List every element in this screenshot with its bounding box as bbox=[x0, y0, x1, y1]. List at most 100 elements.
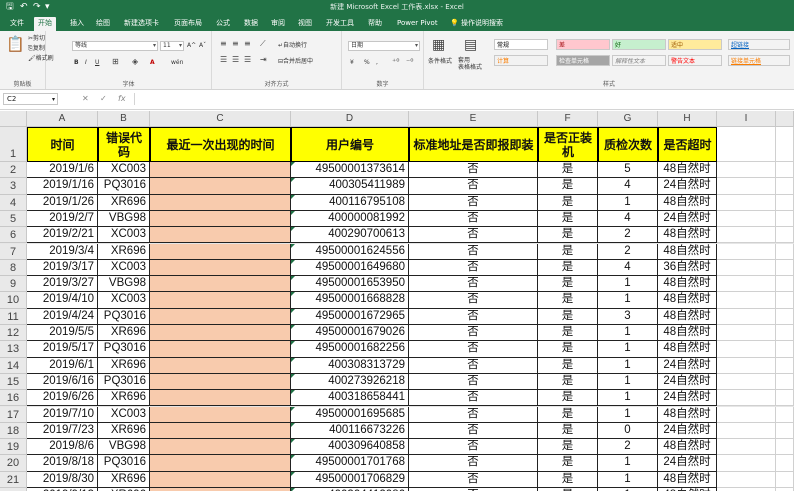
cell-E10[interactable]: 否 bbox=[409, 292, 538, 309]
cell-E15[interactable]: 否 bbox=[409, 373, 538, 391]
cell-C8[interactable] bbox=[150, 259, 291, 277]
cancel-icon[interactable]: ✕ bbox=[82, 94, 89, 103]
font-color-button[interactable]: A bbox=[150, 58, 155, 67]
cell-A7[interactable]: 2019/3/4 bbox=[27, 243, 98, 260]
cell-B11[interactable]: PQ3016 bbox=[98, 308, 150, 325]
row-header-19[interactable]: 19 bbox=[0, 439, 27, 456]
cell-B15[interactable]: PQ3016 bbox=[98, 373, 150, 391]
copy-button[interactable]: ⎘复制 bbox=[28, 44, 45, 53]
cell-C13[interactable] bbox=[150, 341, 291, 358]
row-header-15[interactable]: 15 bbox=[0, 373, 27, 391]
font-size-select[interactable]: 11 ▾ bbox=[160, 41, 184, 51]
cell-A18[interactable]: 2019/7/23 bbox=[27, 422, 98, 440]
cell-D15[interactable]: 400273926218 bbox=[291, 373, 409, 391]
cell-D20[interactable]: 49500001701768 bbox=[291, 455, 409, 472]
cell-I21[interactable] bbox=[717, 471, 776, 488]
cell-B4[interactable]: XR696 bbox=[98, 194, 150, 211]
cell-I17[interactable] bbox=[717, 406, 776, 423]
cell-G19[interactable]: 2 bbox=[598, 439, 658, 456]
header-cell-G[interactable]: 质检次数 bbox=[598, 127, 658, 162]
cell-F19[interactable]: 是 bbox=[538, 439, 598, 456]
cell-I8[interactable] bbox=[717, 259, 776, 277]
cell-H9[interactable]: 48自然时 bbox=[658, 276, 717, 293]
tab-8[interactable]: 审阅 bbox=[267, 17, 289, 31]
header-cell-B[interactable]: 错误代码 bbox=[98, 127, 150, 162]
row-header-2[interactable]: 2 bbox=[0, 162, 27, 179]
cell-F18[interactable]: 是 bbox=[538, 422, 598, 440]
align-right-icon[interactable]: ☰ bbox=[244, 55, 251, 65]
row-header-18[interactable]: 18 bbox=[0, 422, 27, 440]
tab-10[interactable]: 开发工具 bbox=[322, 17, 358, 31]
cell-H16[interactable]: 24自然时 bbox=[658, 390, 717, 407]
cell-D21[interactable]: 49500001706829 bbox=[291, 471, 409, 488]
cell-G9[interactable]: 1 bbox=[598, 276, 658, 293]
cell-F11[interactable]: 是 bbox=[538, 308, 598, 325]
cell-A9[interactable]: 2019/3/27 bbox=[27, 276, 98, 293]
cell-F10[interactable]: 是 bbox=[538, 292, 598, 309]
row-header-9[interactable]: 9 bbox=[0, 276, 27, 293]
cell-G14[interactable]: 1 bbox=[598, 357, 658, 374]
cell-D4[interactable]: 400116795108 bbox=[291, 194, 409, 211]
align-left-icon[interactable]: ☰ bbox=[220, 55, 227, 65]
cell-E5[interactable]: 否 bbox=[409, 210, 538, 228]
cell-style-0[interactable]: 常规 bbox=[494, 39, 548, 50]
tab-3[interactable]: 绘图 bbox=[92, 17, 114, 31]
cell-G2[interactable]: 5 bbox=[598, 162, 658, 179]
cell-F17[interactable]: 是 bbox=[538, 406, 598, 423]
cell-F5[interactable]: 是 bbox=[538, 210, 598, 228]
conditional-format-button[interactable]: 条件格式 bbox=[428, 57, 452, 66]
cell-A19[interactable]: 2019/8/6 bbox=[27, 439, 98, 456]
cell-style-6[interactable]: 检查单元格 bbox=[556, 55, 610, 66]
cell-B6[interactable]: XC003 bbox=[98, 227, 150, 244]
cell-style-4[interactable]: 超链接 bbox=[728, 39, 790, 50]
grow-font-button[interactable]: A^ bbox=[187, 41, 196, 50]
cell-B17[interactable]: XC003 bbox=[98, 406, 150, 423]
cell-A17[interactable]: 2019/7/10 bbox=[27, 406, 98, 423]
row-header-16[interactable]: 16 bbox=[0, 390, 27, 407]
cell-G10[interactable]: 1 bbox=[598, 292, 658, 309]
cell-C16[interactable] bbox=[150, 390, 291, 407]
cell-E11[interactable]: 否 bbox=[409, 308, 538, 325]
cell-I18[interactable] bbox=[717, 422, 776, 440]
header-cell-A[interactable]: 时间 bbox=[27, 127, 98, 162]
row-header-11[interactable]: 11 bbox=[0, 308, 27, 325]
cell-A8[interactable]: 2019/3/17 bbox=[27, 259, 98, 277]
orientation-icon[interactable]: ⟋ bbox=[260, 39, 266, 49]
cell-G11[interactable]: 3 bbox=[598, 308, 658, 325]
cut-button[interactable]: ✂剪切 bbox=[28, 34, 45, 43]
comma-button[interactable]: , bbox=[376, 58, 378, 67]
wrap-text-button[interactable]: ↵自动换行 bbox=[278, 41, 307, 50]
row-header-5[interactable]: 5 bbox=[0, 210, 27, 228]
cell-B19[interactable]: VBG98 bbox=[98, 439, 150, 456]
header-cell-F[interactable]: 是否正装机 bbox=[538, 127, 598, 162]
cell-D7[interactable]: 49500001624556 bbox=[291, 243, 409, 260]
cell-E2[interactable]: 否 bbox=[409, 162, 538, 179]
conditional-format-icon[interactable]: ▦ bbox=[432, 37, 445, 53]
cell-E6[interactable]: 否 bbox=[409, 227, 538, 244]
formula-input[interactable] bbox=[134, 93, 791, 105]
cell-G12[interactable]: 1 bbox=[598, 325, 658, 342]
cell-I16[interactable] bbox=[717, 390, 776, 407]
cell-E14[interactable]: 否 bbox=[409, 357, 538, 374]
decrease-decimal-icon[interactable]: ⁻⁰ bbox=[406, 57, 413, 67]
bold-button[interactable]: B bbox=[74, 58, 79, 67]
cell-I12[interactable] bbox=[717, 325, 776, 342]
tab-7[interactable]: 数据 bbox=[240, 17, 262, 31]
insert-function-icon[interactable]: fx bbox=[118, 94, 126, 103]
column-header-E[interactable]: E bbox=[409, 111, 538, 127]
cell-D17[interactable]: 49500001695685 bbox=[291, 406, 409, 423]
cell-G3[interactable]: 4 bbox=[598, 178, 658, 195]
cell-E12[interactable]: 否 bbox=[409, 325, 538, 342]
row-header-3[interactable]: 3 bbox=[0, 178, 27, 195]
column-header-I[interactable]: I bbox=[717, 111, 776, 127]
cell-style-3[interactable]: 适中 bbox=[668, 39, 722, 50]
cell-B7[interactable]: XR696 bbox=[98, 243, 150, 260]
cell-G15[interactable]: 1 bbox=[598, 373, 658, 391]
cell-C14[interactable] bbox=[150, 357, 291, 374]
cell-B20[interactable]: PQ3016 bbox=[98, 455, 150, 472]
tab-11[interactable]: 帮助 bbox=[364, 17, 386, 31]
cell-B18[interactable]: XR696 bbox=[98, 422, 150, 440]
cell-D5[interactable]: 400000081992 bbox=[291, 210, 409, 228]
tab-0[interactable]: 文件 bbox=[6, 17, 28, 31]
cell-A3[interactable]: 2019/1/16 bbox=[27, 178, 98, 195]
